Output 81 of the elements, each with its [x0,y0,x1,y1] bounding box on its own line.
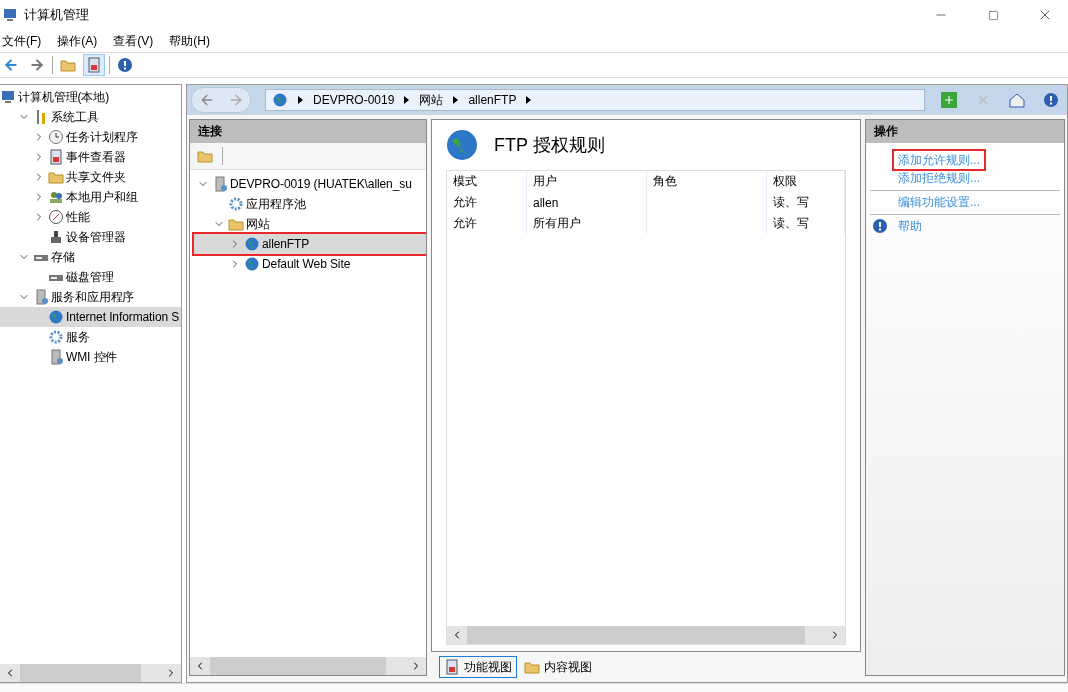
menu-item[interactable]: 文件(F) [0,32,50,50]
tree-item[interactable]: 性能 [0,207,181,227]
computer-icon [0,89,16,105]
tree-item[interactable]: 设备管理器 [0,227,181,247]
triangle-icon [453,96,459,104]
breadcrumb-item[interactable]: allenFTP [468,93,517,107]
table-cell: 允许 [447,192,527,213]
table-cell: allen [527,192,647,213]
page-title: FTP 授权规则 [494,134,605,157]
column-header[interactable]: 角色 [647,171,767,192]
tree-item[interactable]: 任务计划程序 [0,127,181,147]
table-cell: 读、写 [767,192,845,213]
window-title: 计算机管理 [24,6,90,24]
tree-item[interactable]: WMI 控件 [0,347,181,367]
panel-header: 连接 [190,120,426,143]
column-header[interactable]: 权限 [767,171,845,192]
home-icon [1009,92,1025,108]
tree-item[interactable]: 共享文件夹 [0,167,181,187]
triangle-icon [404,96,410,104]
tree-item[interactable]: 存储 [0,247,181,267]
column-header[interactable]: 模式 [447,171,527,192]
tree-item[interactable]: 本地用户和组 [0,187,181,207]
tree-item[interactable]: DEVPRO-0019 (HUATEK\allen_su [194,174,426,194]
action-link[interactable]: 添加允许规则... [894,151,984,169]
table-cell: 允许 [447,213,527,234]
globe-icon [244,256,260,272]
globe-icon [446,129,478,161]
globe-icon [272,92,288,108]
menu-item[interactable]: 操作(A) [55,32,106,50]
gauge-icon [48,209,64,225]
show-hide-tree-button[interactable] [83,54,105,76]
back-forward-buttons[interactable] [191,87,251,113]
gear-icon [48,329,64,345]
users-icon [48,189,64,205]
table-cell: 读、写 [767,213,845,234]
tree-item[interactable]: Default Web Site [194,254,426,274]
action-link[interactable]: 编辑功能设置... [894,193,984,211]
tree-item[interactable]: 网站 [194,214,426,234]
horizontal-scrollbar[interactable] [447,626,845,644]
menu-item[interactable]: 帮助(H) [167,32,218,50]
folder-icon [197,148,213,164]
tree-item[interactable]: 服务 [0,327,181,347]
computer-icon [2,7,18,23]
triangle-icon [298,96,303,104]
globe-icon [48,309,64,325]
device-icon [48,229,64,245]
arrow-right-icon [29,57,45,73]
maximize-icon [987,9,999,21]
folder-icon [48,169,64,185]
tree-item[interactable]: 系统工具 [0,107,181,127]
view-tab[interactable]: 功能视图 [439,656,517,678]
server-icon [48,349,64,365]
horizontal-scrollbar[interactable] [0,664,181,682]
tree-item[interactable]: Internet Information S [0,307,181,327]
action-link[interactable]: 添加拒绝规则... [894,169,984,187]
tree-item[interactable]: 事件查看器 [0,147,181,167]
table-cell: 所有用户 [527,213,647,234]
server-icon [33,289,49,305]
tree-item[interactable]: allenFTP [194,234,426,254]
address-bar[interactable]: DEVPRO-0019 网站 allenFTP [265,89,925,111]
folder-icon [60,57,76,73]
clock-icon [48,129,64,145]
view-tab[interactable]: 内容视图 [519,656,597,678]
tree-item[interactable]: 磁盘管理 [0,267,181,287]
stop-icon [976,93,990,107]
column-header[interactable]: 用户 [527,171,647,192]
gear-icon [228,196,244,212]
action-link[interactable]: 帮助 [894,217,926,235]
folder-icon [524,659,540,675]
server-icon [212,176,228,192]
tree-item[interactable]: 服务和应用程序 [0,287,181,307]
tree-item[interactable]: 应用程序池 [194,194,426,214]
breadcrumb-item[interactable]: 网站 [419,91,444,109]
menu-item[interactable]: 查看(V) [111,32,162,50]
triangle-icon [526,96,532,104]
panel-header: 操作 [866,120,1064,143]
globe-icon [244,236,260,252]
folder-icon [228,216,244,232]
horizontal-scrollbar[interactable] [190,657,426,675]
breadcrumb-item[interactable]: DEVPRO-0019 [313,93,395,107]
tree-item[interactable]: 计算机管理(本地) [0,87,181,107]
